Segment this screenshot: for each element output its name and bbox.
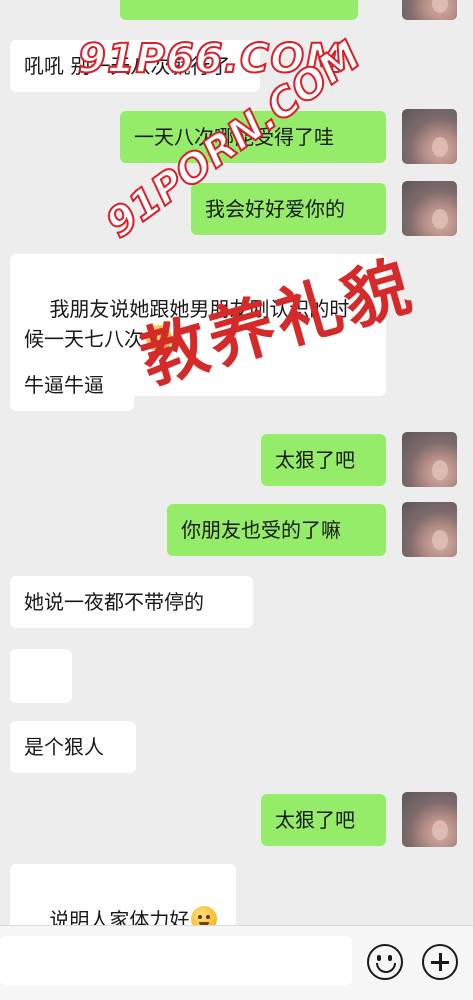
message-bubble-incoming[interactable]: 牛逼牛逼 xyxy=(10,359,134,411)
message-bubble-incoming[interactable]: 是个狠人 xyxy=(10,721,136,773)
message-input[interactable] xyxy=(0,936,352,986)
message-bubble-outgoing[interactable]: 我会好好爱你的 xyxy=(191,183,386,235)
my-avatar[interactable] xyxy=(402,181,457,236)
message-bubble-incoming[interactable] xyxy=(10,649,72,750)
message-bubble-outgoing[interactable] xyxy=(120,0,358,20)
message-bubble-outgoing[interactable]: 太狠了吧 xyxy=(261,794,386,846)
message-text: 我朋友说她跟她男朋友刚认识的时 候一天七八次 xyxy=(24,297,350,351)
message-bubble-incoming[interactable]: 她说一夜都不带停的 xyxy=(10,576,253,628)
message-bubble-outgoing[interactable]: 一天八次哪能受得了哇 xyxy=(120,111,386,163)
message-bubble-outgoing[interactable]: 太狠了吧 xyxy=(261,434,386,486)
smiley-icon[interactable] xyxy=(367,944,403,980)
message-bubble-incoming[interactable]: 吼吼 别一天八次就行了 xyxy=(10,40,260,92)
my-avatar[interactable] xyxy=(402,792,457,847)
message-bubble-outgoing[interactable]: 你朋友也受的了嘛 xyxy=(167,504,386,556)
plus-circle-icon[interactable] xyxy=(422,944,458,980)
my-avatar[interactable] xyxy=(402,109,457,164)
my-avatar[interactable] xyxy=(402,502,457,557)
my-avatar[interactable] xyxy=(402,0,457,20)
my-avatar[interactable] xyxy=(402,432,457,487)
input-bar xyxy=(0,925,473,1000)
cat-face-icon xyxy=(146,325,172,351)
chat-area[interactable]: 吼吼 别一天八次就行了 一天八次哪能受得了哇 我会好好爱你的 我朋友说她跟她男朋… xyxy=(0,0,473,976)
